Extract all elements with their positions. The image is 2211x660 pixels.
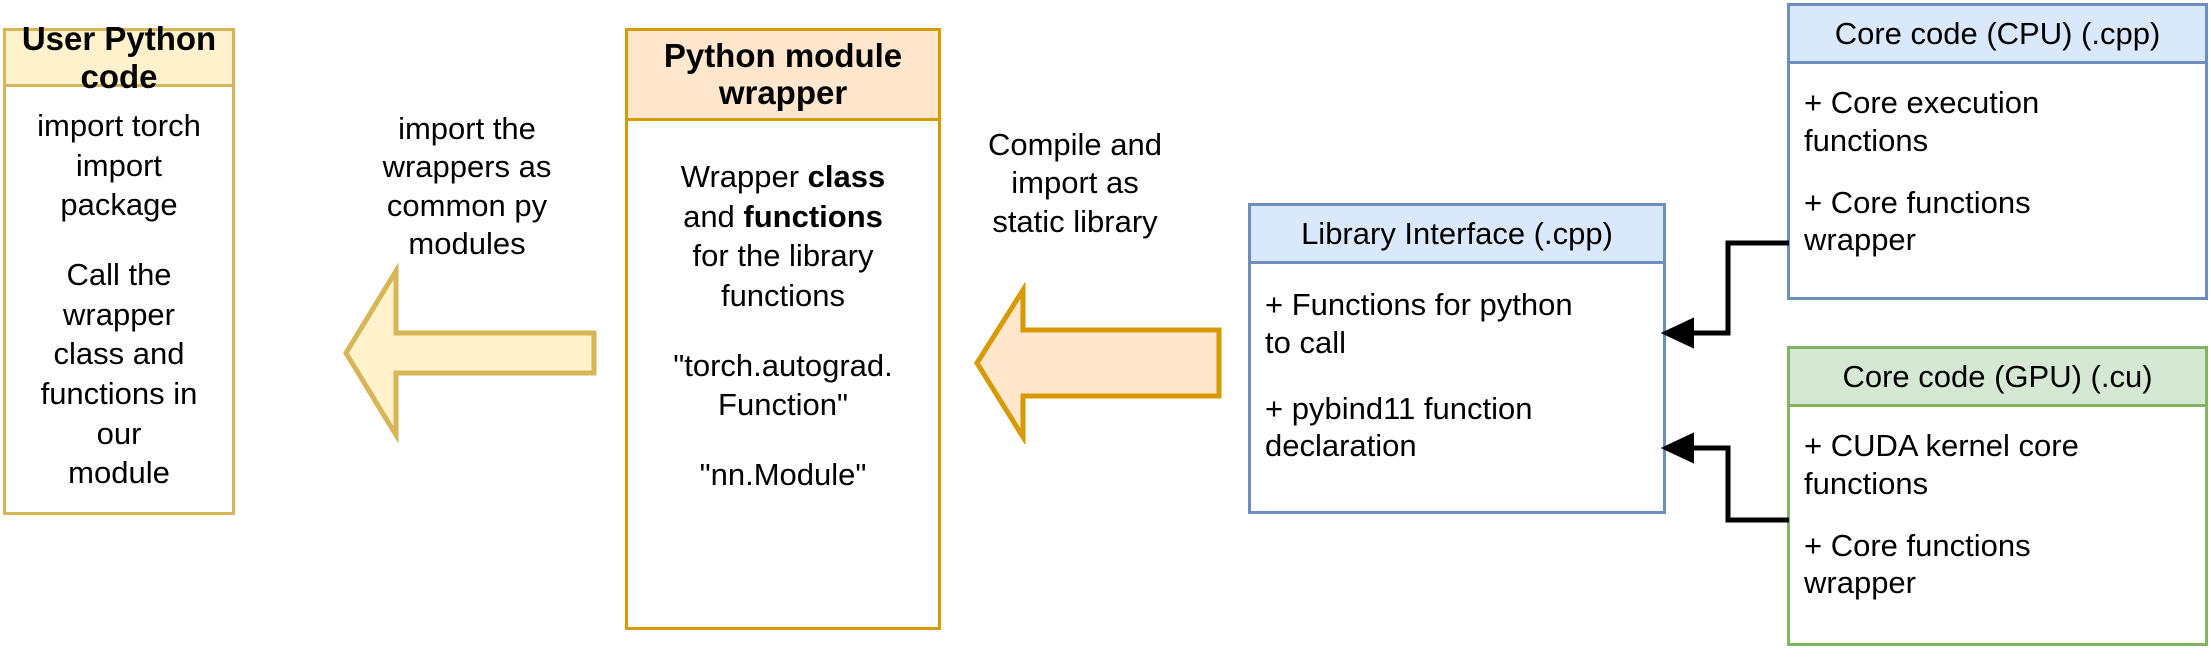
core-cpu-items: + Core execution functions + Core functi… [1790, 84, 2205, 259]
library-item-1-line-1: + Functions for python [1265, 287, 1573, 322]
user-code-line-3: Call the wrapper [63, 256, 175, 332]
user-code-line-4: class and [53, 336, 185, 372]
box-core-code-gpu-title: Core code (GPU) (.cu) [1790, 349, 2205, 407]
user-code-gap [16, 225, 222, 255]
core-gpu-items: + CUDA kernel core functions + Core func… [1790, 427, 2205, 602]
arrow2-label-line-2: import as [1011, 165, 1139, 201]
user-code-line-1: import torch [37, 107, 201, 143]
box-user-python-code-body: import torch import package Call the wra… [6, 87, 232, 512]
cpu-item-1-line-2: functions [1804, 122, 1929, 158]
wrapper-body-line-1: Wrapper class [638, 157, 928, 197]
wrapper-body-line-2: and functions [638, 197, 928, 237]
wrapper-quote-1-line-2: Function" [718, 387, 848, 423]
library-item-2-line-1: + pybind11 function [1265, 390, 1533, 426]
wrapper-body-line-3: for the library [692, 238, 874, 274]
arrow1-label-line-1: import the [398, 111, 536, 146]
wrapper-gap-1 [638, 316, 928, 346]
cpu-item-2-line-1: + Core functions [1804, 184, 2031, 220]
box-library-interface[interactable]: Library Interface (.cpp) + Functions for… [1248, 203, 1666, 514]
box-library-interface-title: Library Interface (.cpp) [1251, 206, 1663, 264]
gpu-item-1-line-2: functions [1804, 465, 1929, 501]
wrapper-gap-2 [638, 425, 928, 455]
connector-cpu-to-library [1655, 225, 1800, 350]
wrapper-title-line-1: Python module [663, 36, 903, 74]
box-core-code-gpu[interactable]: Core code (GPU) (.cu) + CUDA kernel core… [1787, 346, 2208, 646]
library-items-gap [1265, 362, 1649, 390]
wrapper-quote-1-line-1: "torch.autograd. [673, 347, 893, 383]
box-core-code-cpu-title: Core code (CPU) (.cpp) [1790, 6, 2205, 64]
box-core-code-gpu-body: + CUDA kernel core functions + Core func… [1790, 407, 2205, 643]
connector-gpu-to-library [1655, 425, 1800, 550]
arrow1-label-line-2: wrappers as [382, 149, 552, 185]
box-library-interface-body: + Functions for python to call + pybind1… [1251, 264, 1663, 511]
wrapper-body-lead: Wrapper [680, 159, 808, 194]
box-user-python-code-title: User Python code [6, 20, 232, 95]
arrow-wrapper-to-user-label: import the wrappers as common py modules [352, 110, 582, 264]
box-core-code-cpu-body: + Core execution functions + Core functi… [1790, 64, 2205, 297]
user-code-line-6: module [68, 455, 170, 491]
arrow1-label-line-3: common py [386, 187, 548, 223]
box-user-python-code[interactable]: User Python code import torch import pac… [3, 20, 235, 515]
arrow-library-to-wrapper-label: Compile and import as static library [975, 126, 1175, 241]
gpu-item-2-line-2: wrapper [1804, 565, 1916, 601]
box-python-module-wrapper[interactable]: Python module wrapper Wrapper class and … [625, 28, 941, 630]
wrapper-body-mid: and [683, 198, 744, 234]
wrapper-body-bold-functions: functions [743, 198, 883, 234]
diagram-canvas: User Python code import torch import pac… [0, 0, 2211, 660]
library-interface-items: + Functions for python to call + pybind1… [1251, 286, 1663, 465]
cpu-items-gap [1804, 160, 2191, 184]
library-item-1-line-2: to call [1265, 324, 1346, 360]
cpu-item-1-line-1: + Core execution [1804, 85, 2040, 120]
arrow2-label-line-3: static library [992, 203, 1158, 239]
box-python-module-wrapper-body: Wrapper class and functions for the libr… [628, 121, 938, 627]
wrapper-body-line-4: functions [720, 278, 846, 314]
gpu-item-2-line-1: + Core functions [1804, 527, 2031, 563]
library-item-2-line-2: declaration [1265, 428, 1417, 464]
user-python-code-lines: import torch import package Call the wra… [6, 106, 232, 493]
arrow1-label-line-4: modules [408, 226, 526, 262]
user-code-line-5: functions in our [40, 376, 198, 451]
arrow-library-to-wrapper [971, 281, 1225, 446]
user-code-line-2: import package [60, 147, 178, 223]
cpu-item-2-line-2: wrapper [1804, 222, 1916, 258]
box-python-module-wrapper-title: Python module wrapper [628, 31, 938, 121]
gpu-item-1-line-1: + CUDA kernel core [1804, 428, 2079, 463]
arrow2-label-line-1: Compile and [987, 127, 1163, 162]
box-core-code-cpu[interactable]: Core code (CPU) (.cpp) + Core execution … [1787, 3, 2208, 300]
arrow-wrapper-to-user [340, 262, 600, 444]
wrapper-title-line-2: wrapper [718, 73, 848, 111]
wrapper-body-lines: Wrapper class and functions for the libr… [628, 157, 938, 495]
wrapper-body-bold-class: class [807, 159, 886, 194]
gpu-items-gap [1804, 503, 2191, 527]
wrapper-quote-2: "nn.Module" [699, 457, 867, 493]
